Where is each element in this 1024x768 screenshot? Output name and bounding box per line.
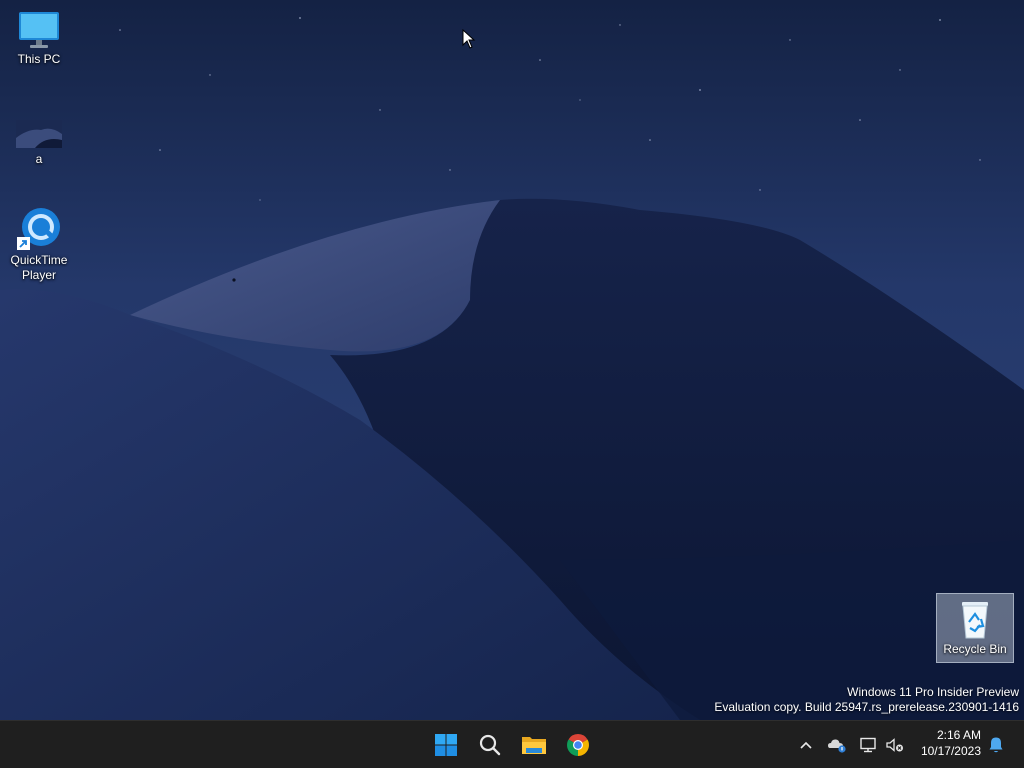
monitor-icon [19, 12, 59, 48]
start-button[interactable] [426, 725, 466, 765]
search-icon [479, 734, 501, 756]
mouse-pointer-icon [462, 29, 476, 49]
desktop-icon-recycle-bin[interactable]: Recycle Bin [936, 593, 1014, 663]
network-tray-button[interactable] [856, 733, 882, 757]
desktop-icon-a[interactable]: a [0, 112, 78, 178]
desktop[interactable]: This PC a QuickTime Player Recycle Bin W… [0, 0, 1024, 720]
watermark-edition: Windows 11 Pro Insider Preview [847, 685, 1019, 699]
desktop-icon-label: QuickTime Player [10, 253, 68, 282]
quicktime-icon [17, 208, 60, 250]
volume-muted-icon [886, 738, 903, 752]
desktop-icon-label: This PC [17, 52, 61, 66]
clock-time: 2:16 AM [936, 728, 981, 742]
clock-button[interactable]: 2:16 AM 10/17/2023 [910, 727, 990, 763]
desktop-icon-label: a [35, 152, 43, 166]
onedrive-icon [828, 739, 846, 753]
recycle-bin-icon [962, 602, 988, 639]
desktop-icon-quicktime-player[interactable]: QuickTime Player [0, 203, 78, 287]
bell-icon [989, 737, 1003, 753]
network-icon [860, 737, 876, 753]
windows-evaluation-watermark: Windows 11 Pro Insider Preview Evaluatio… [714, 685, 1019, 715]
chevron-up-icon [800, 741, 812, 749]
search-button[interactable] [470, 725, 510, 765]
folder-icon [522, 737, 546, 754]
file-explorer-button[interactable] [514, 725, 554, 765]
chrome-icon [567, 734, 589, 756]
volume-tray-button[interactable] [882, 733, 908, 757]
watermark-build: Evaluation copy. Build 25947.rs_prerelea… [714, 700, 1019, 714]
chrome-button[interactable] [558, 725, 598, 765]
show-hidden-icons-button[interactable] [793, 733, 819, 757]
desktop-icon-this-pc[interactable]: This PC [0, 6, 78, 76]
notifications-button[interactable] [984, 733, 1008, 757]
desktop-icon-label: Recycle Bin [943, 642, 1007, 656]
image-thumbnail-icon [16, 120, 62, 148]
desktop-wallpaper [0, 0, 1024, 720]
onedrive-tray-button[interactable] [824, 733, 850, 757]
clock-date: 10/17/2023 [920, 744, 981, 758]
windows-start-icon [435, 734, 457, 756]
taskbar: 2:16 AM 10/17/2023 [0, 720, 1024, 768]
